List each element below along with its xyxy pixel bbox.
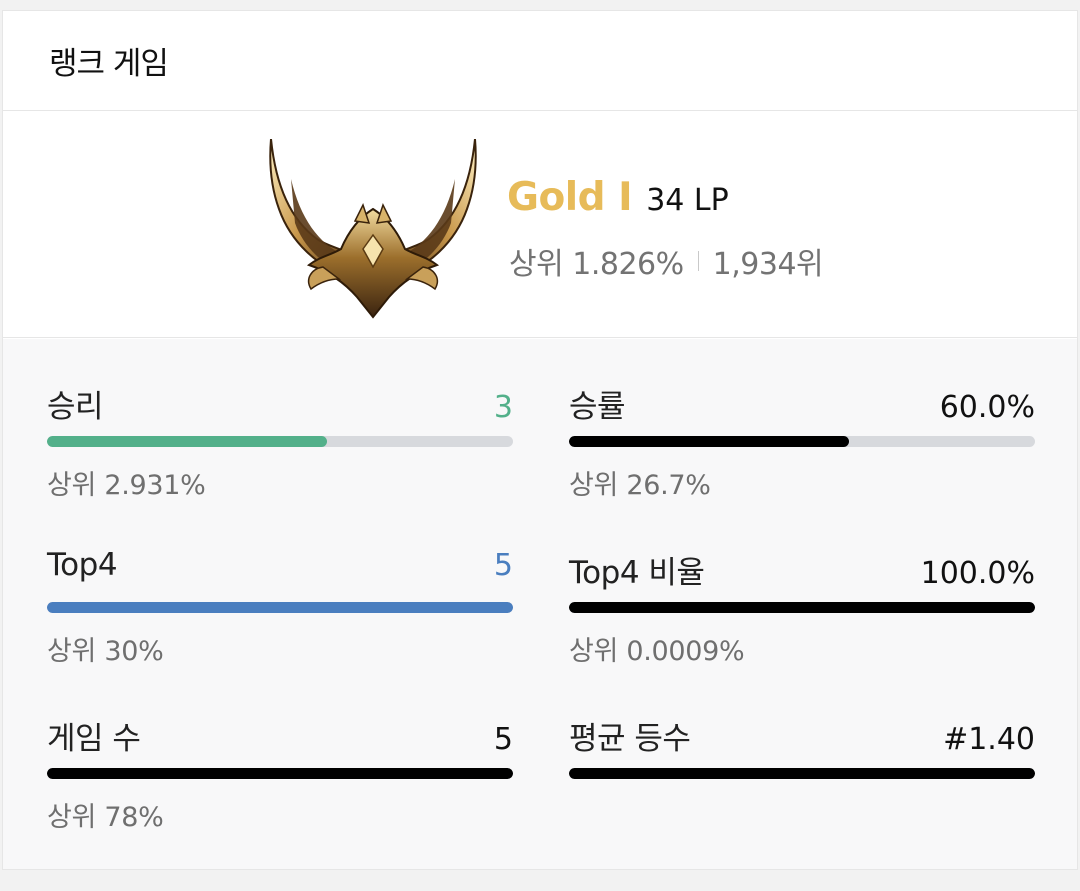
stat-percentile: 상위 2.931% [47, 470, 206, 501]
progress-bar [47, 602, 513, 613]
stat-value: #1.40 [943, 722, 1035, 757]
stat-label: 게임 수 [47, 721, 141, 757]
progress-bar [569, 602, 1035, 613]
stat-label: Top4 [47, 547, 118, 583]
progress-bar [569, 436, 1035, 447]
stat-label: 승리 [47, 389, 104, 425]
stat-top4: Top4 5 상위 30% [47, 547, 513, 668]
stat-top4-rate: Top4 비율 100.0% 상위 0.0009% [569, 547, 1035, 668]
stats-grid: 승리 3 상위 2.931% 승률 60.0% 상위 26.7% Top4 5 … [3, 339, 1077, 869]
stat-percentile: 상위 0.0009% [569, 636, 745, 667]
stat-percentile: 상위 78% [47, 802, 164, 833]
progress-fill [569, 768, 1035, 779]
card-header: 랭크 게임 [3, 11, 1077, 111]
league-points: 34 LP [646, 183, 729, 218]
divider [697, 251, 699, 271]
rank-percentile: 상위 1.826% [509, 247, 684, 282]
stat-percentile: 상위 26.7% [569, 470, 711, 501]
stat-avg-place: 평균 등수 #1.40 [569, 713, 1035, 795]
card-title: 랭크 게임 [49, 46, 169, 82]
progress-fill [569, 436, 849, 447]
stat-win-rate: 승률 60.0% 상위 26.7% [569, 381, 1035, 502]
progress-bar [569, 768, 1035, 779]
progress-fill [47, 602, 513, 613]
stat-value: 100.0% [920, 556, 1035, 591]
tier-line: Gold I 34 LP [507, 175, 729, 220]
progress-bar [47, 436, 513, 447]
progress-fill [47, 436, 327, 447]
stat-value: 5 [493, 722, 513, 757]
progress-fill [47, 768, 513, 779]
stat-games: 게임 수 5 상위 78% [47, 713, 513, 834]
rank-position: 1,934위 [712, 247, 824, 282]
stat-label: 승률 [569, 389, 626, 425]
stat-value: 60.0% [939, 390, 1035, 425]
ranked-game-card: 랭크 게임 Gold I 34 LP 상위 1.826% 1,934위 승리 3… [2, 10, 1078, 870]
progress-fill [569, 602, 1035, 613]
stat-value: 3 [493, 390, 513, 425]
rank-summary: Gold I 34 LP 상위 1.826% 1,934위 [3, 111, 1077, 338]
rank-line: 상위 1.826% 1,934위 [509, 239, 824, 283]
tier-name: Gold I [507, 175, 633, 220]
stat-wins: 승리 3 상위 2.931% [47, 381, 513, 502]
stat-label: Top4 비율 [569, 555, 705, 591]
stat-percentile: 상위 30% [47, 636, 164, 667]
stat-label: 평균 등수 [569, 721, 691, 757]
gold-tier-emblem-icon [269, 139, 477, 319]
progress-bar [47, 768, 513, 779]
stat-value: 5 [493, 548, 513, 583]
